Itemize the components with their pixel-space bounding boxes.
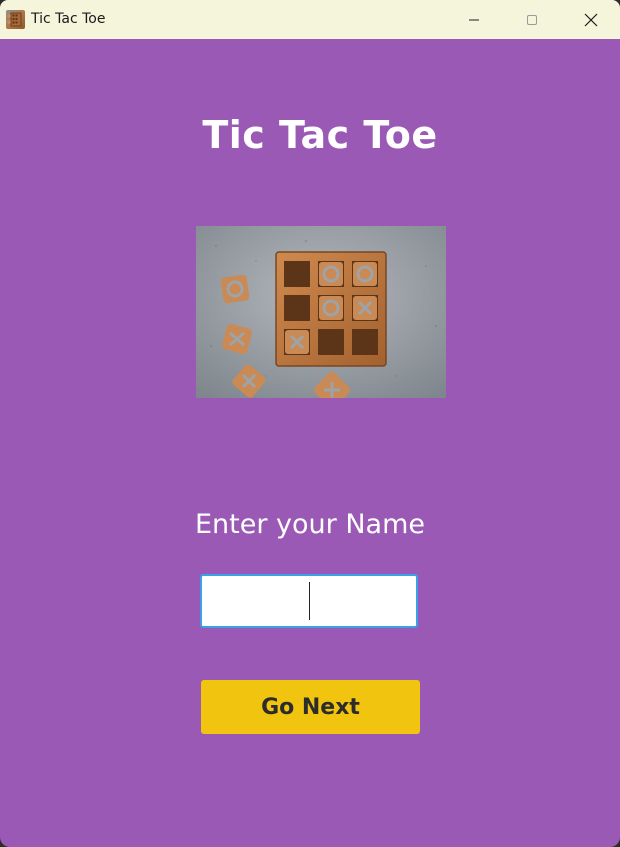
name-prompt-label: Enter your Name — [194, 509, 425, 540]
app-window: Tic Tac Toe Tic Tac Toe Enter your Name … — [0, 0, 620, 847]
close-icon — [584, 13, 598, 26]
go-next-button[interactable]: Go Next — [201, 680, 420, 734]
maximize-icon — [527, 14, 537, 25]
text-caret — [309, 582, 310, 620]
minimize-button[interactable] — [445, 0, 503, 39]
app-icon — [6, 10, 25, 29]
page-title: Tic Tac Toe — [202, 113, 438, 157]
close-button[interactable] — [562, 0, 620, 39]
tic-tac-toe-board-image — [196, 226, 446, 398]
maximize-button[interactable] — [503, 0, 561, 39]
window-title: Tic Tac Toe — [31, 11, 106, 27]
title-bar[interactable]: Tic Tac Toe — [0, 0, 620, 39]
minimize-icon — [469, 19, 479, 20]
